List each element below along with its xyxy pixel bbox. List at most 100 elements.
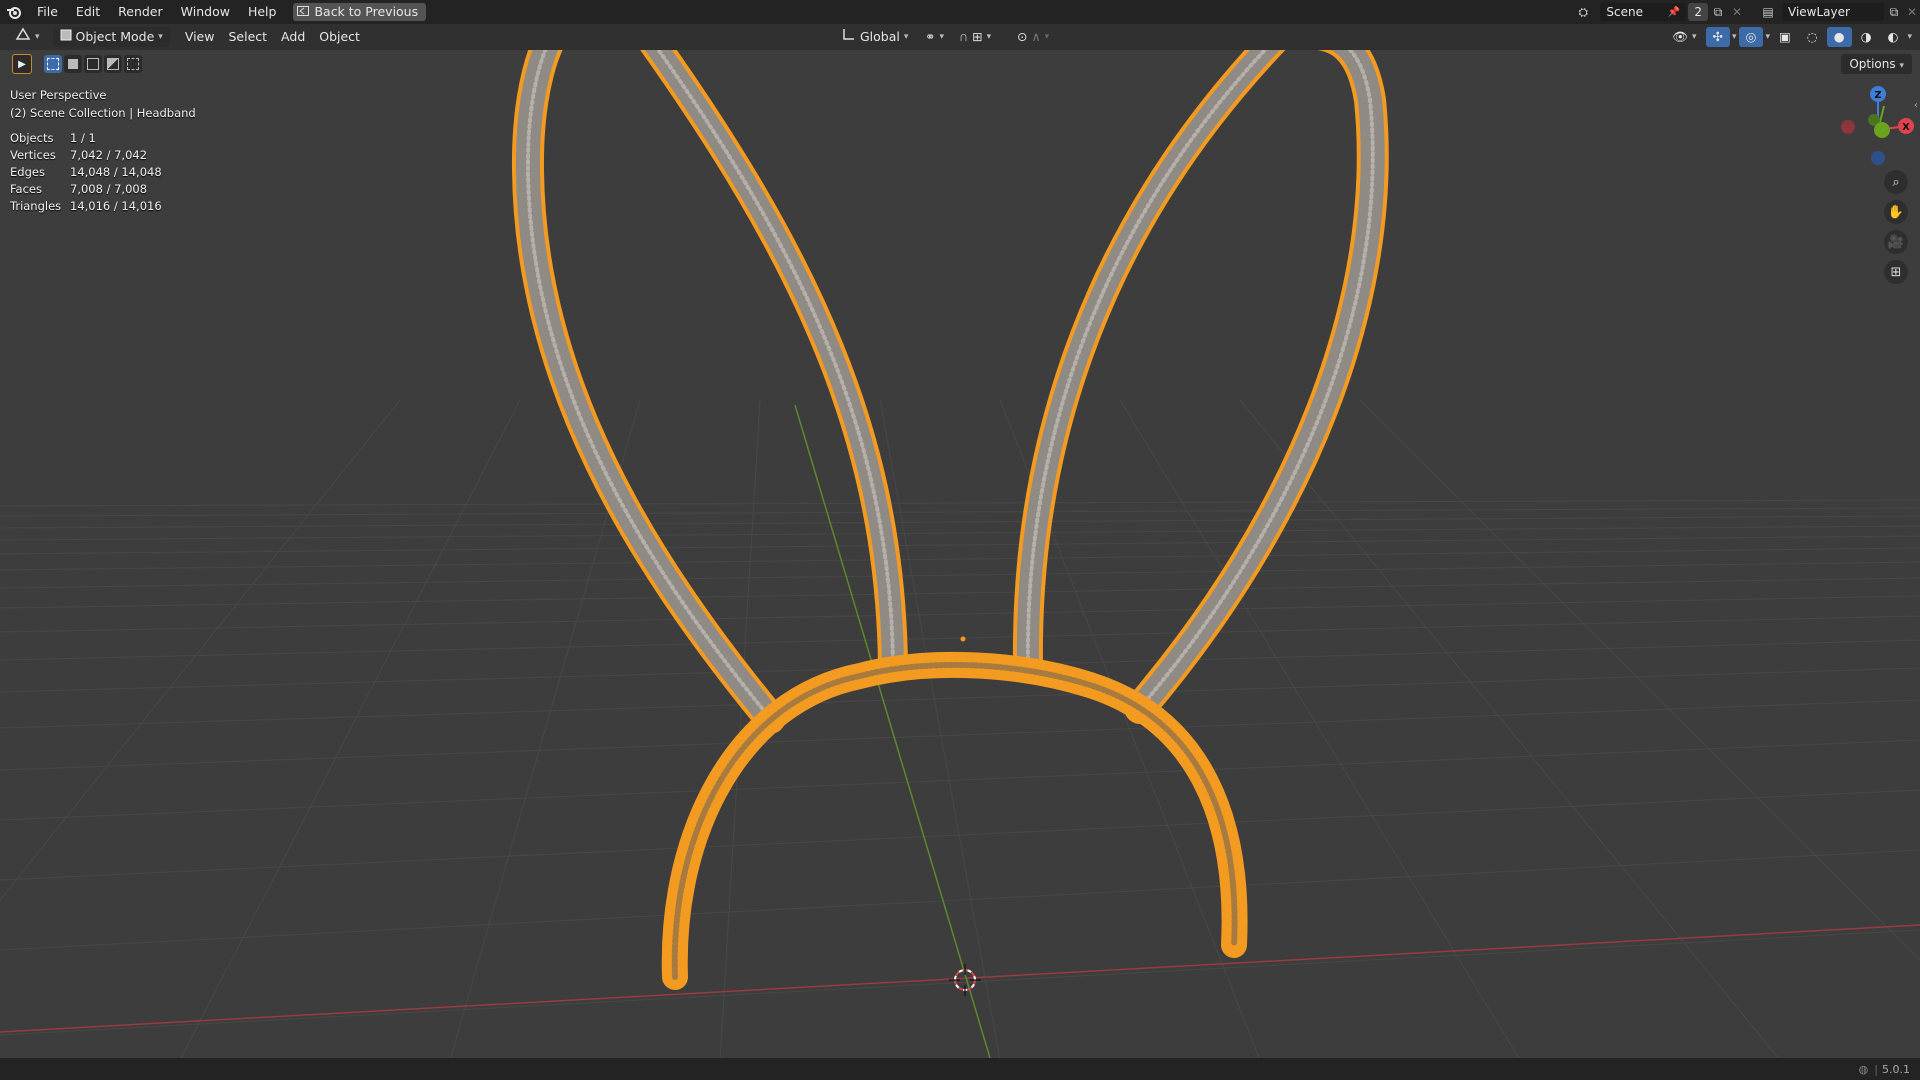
shading-solid-button[interactable]: ● (1826, 27, 1852, 47)
scene-users-label: 2 (1694, 5, 1702, 19)
menu-window[interactable]: Window (172, 0, 239, 24)
overlays-toggle[interactable]: ◎ (1738, 27, 1764, 47)
camera-icon: 🎥 (1887, 234, 1905, 250)
select-mode-new-button[interactable] (44, 55, 62, 73)
sidebar-toggle-chevron-icon[interactable]: ‹ (1914, 100, 1918, 111)
pivot-icon: ⚭ (925, 29, 936, 44)
chevron-down-icon: ▾ (35, 32, 40, 42)
pan-button[interactable]: ✋ (1884, 200, 1908, 224)
select-mode-extend-button[interactable] (64, 55, 82, 73)
delete-view-layer-icon[interactable]: ✕ (1904, 5, 1920, 19)
stats-row: Triangles 14,016 / 14,016 (10, 198, 162, 215)
version-label: 5.0.1 (1882, 1062, 1910, 1076)
editor-type-icon (15, 27, 31, 47)
stats-row: Edges 14,048 / 14,048 (10, 164, 162, 181)
gizmo-z-label: Z (1874, 90, 1881, 101)
visibility-dropdown[interactable]: 👁 ▾ (1665, 27, 1703, 47)
view-layer-icon[interactable]: ▤ (1756, 5, 1780, 19)
snap-toggle[interactable]: ∩ ⊞ ▾ (952, 27, 998, 47)
rendered-sphere-icon: ◐ (1887, 29, 1899, 44)
shading-material-button[interactable]: ◑ (1854, 27, 1879, 47)
collection-label: (2) Scene Collection | Headband (10, 106, 196, 120)
options-dropdown[interactable]: Options ▾ (1841, 54, 1912, 74)
transform-orientation-dropdown[interactable]: Global ▾ (835, 27, 915, 47)
scene-icon[interactable]: ⛭ (1570, 5, 1596, 20)
select-mode-subtract-button[interactable] (84, 55, 102, 73)
gizmo-y (1874, 122, 1890, 138)
xray-toggle[interactable]: ▣ (1772, 27, 1798, 47)
chevron-down-icon: ▾ (939, 32, 945, 42)
stats-value: 1 / 1 (70, 131, 96, 145)
chevron-down-icon: ▾ (158, 32, 163, 42)
gizmo-neg-x (1841, 120, 1855, 134)
viewport-3d[interactable] (0, 0, 1920, 1080)
menu-render[interactable]: Render (109, 0, 172, 24)
scene-statistics: Objects 1 / 1 Vertices 7,042 / 7,042 Edges… (10, 130, 162, 215)
delete-scene-icon[interactable]: ✕ (1728, 5, 1746, 19)
menu-file[interactable]: File (28, 0, 67, 24)
gizmo-x-label: X (1902, 122, 1910, 133)
stats-value: 7,042 / 7,042 (70, 148, 148, 162)
back-to-previous-button[interactable]: Back to Previous (293, 3, 427, 21)
menu-edit[interactable]: Edit (67, 0, 109, 24)
navigation-gizmo[interactable]: Z X (1830, 80, 1920, 180)
viewport-header: ▾ Object Mode ▾ View Select Add Object G… (0, 24, 1920, 50)
stats-value: 7,008 / 7,008 (70, 182, 148, 196)
chevron-down-icon: ▾ (986, 32, 992, 42)
cursor-arrow-icon: ▶ (18, 58, 26, 70)
header-menu-add[interactable]: Add (274, 27, 312, 47)
new-scene-icon[interactable]: ⧉ (1708, 5, 1728, 20)
scene-name-label: Scene (1606, 5, 1643, 19)
options-label: Options (1849, 57, 1896, 71)
stats-row: Faces 7,008 / 7,008 (10, 181, 162, 198)
hand-icon: ✋ (1887, 204, 1905, 220)
stats-row: Vertices 7,042 / 7,042 (10, 147, 162, 164)
scene-name-field[interactable]: Scene 📌 (1600, 3, 1687, 21)
scene-users-count: 2 (1688, 3, 1708, 21)
viewport-info: User Perspective (2) Scene Collection | … (10, 86, 196, 122)
eye-icon: 👁 (1672, 29, 1688, 44)
chevron-down-icon: ▾ (1044, 32, 1050, 42)
pivot-point-dropdown[interactable]: ⚭ ▾ (918, 27, 951, 47)
chevron-down-icon: ▾ (1691, 32, 1697, 42)
object-mode-icon (60, 27, 72, 47)
menu-help[interactable]: Help (239, 0, 286, 24)
camera-view-button[interactable]: 🎥 (1884, 230, 1908, 254)
snap-increment-icon: ⊞ (972, 29, 983, 44)
select-tool-row: ▶ (12, 53, 142, 75)
shading-rendered-button[interactable]: ◐ (1881, 27, 1906, 47)
perspective-toggle-button[interactable]: ⊞ (1884, 260, 1908, 284)
view-layer-field[interactable]: ViewLayer (1782, 3, 1884, 21)
stats-value: 14,048 / 14,048 (70, 165, 162, 179)
proportional-edit-icon: ⊙ (1017, 29, 1028, 44)
stats-key: Triangles (10, 199, 62, 213)
gizmo-toggle[interactable]: ✣ (1705, 27, 1730, 47)
gizmo-neg-z (1871, 151, 1885, 165)
header-menu-view[interactable]: View (178, 27, 222, 47)
stats-row: Objects 1 / 1 (10, 130, 162, 147)
network-icon: ◍ (1858, 1062, 1869, 1076)
select-mode-intersect-button[interactable] (124, 55, 142, 73)
select-tool-button[interactable]: ▶ (12, 54, 32, 74)
perspective-label: User Perspective (10, 88, 107, 102)
object-origin (960, 636, 966, 642)
gizmo-icon: ✣ (1712, 29, 1723, 44)
proportional-edit-toggle[interactable]: ⊙ ∧ ▾ (1010, 27, 1056, 47)
new-view-layer-icon[interactable]: ⧉ (1884, 5, 1904, 20)
grid-icon: ⊞ (1890, 264, 1902, 280)
zoom-button[interactable]: ⌕ (1884, 170, 1908, 194)
select-new-icon (47, 58, 59, 70)
chevron-down-icon: ▾ (903, 32, 909, 42)
blender-logo-icon[interactable] (0, 0, 28, 24)
select-extend-icon (68, 59, 78, 69)
chevron-down-icon: ▾ (1907, 32, 1912, 42)
select-mode-invert-button[interactable] (104, 55, 122, 73)
object-mode-dropdown[interactable]: Object Mode ▾ (52, 27, 170, 47)
select-intersect-icon (127, 58, 139, 70)
header-menu-object[interactable]: Object (312, 27, 367, 47)
orientation-icon (842, 27, 856, 47)
editor-type-dropdown[interactable]: ▾ (8, 27, 47, 47)
shading-wireframe-button[interactable]: ◌ (1800, 27, 1825, 47)
top-menu-bar: File Edit Render Window Help Back to Pre… (0, 0, 1920, 24)
header-menu-select[interactable]: Select (221, 27, 274, 47)
